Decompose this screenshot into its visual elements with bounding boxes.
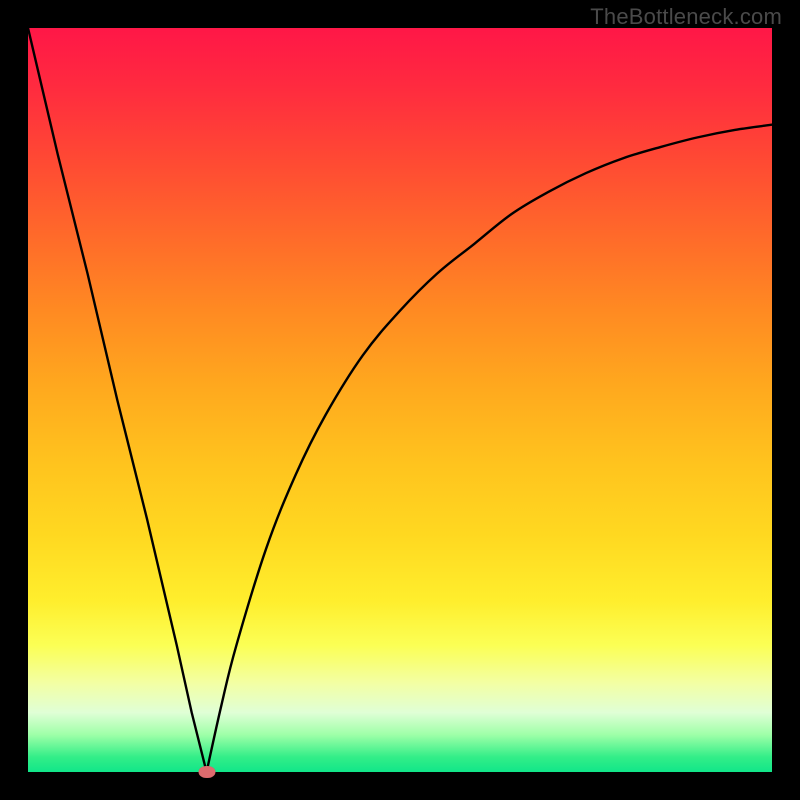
curve-path <box>28 28 772 772</box>
chart-frame: TheBottleneck.com <box>0 0 800 800</box>
plot-area <box>28 28 772 772</box>
minimum-marker <box>198 766 215 778</box>
bottleneck-curve <box>28 28 772 772</box>
watermark-text: TheBottleneck.com <box>590 4 782 30</box>
